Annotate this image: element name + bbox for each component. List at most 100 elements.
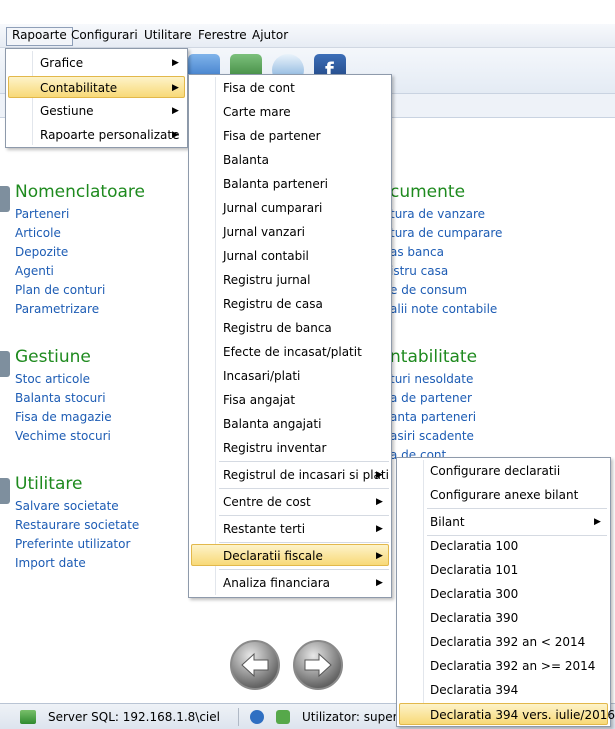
menu-item-label: Declaratia 100 <box>430 539 519 553</box>
link-vechime-stocuri[interactable]: Vechime stocuri <box>15 429 111 443</box>
submenu-arrow-icon: ▶ <box>172 130 179 140</box>
menu-item-gestiune[interactable]: Gestiune ▶ <box>8 100 185 122</box>
link-salvare-societate[interactable]: Salvare societate <box>15 499 119 513</box>
accessibility-icon[interactable] <box>250 710 264 724</box>
menu-item-declaratia-392-from-2014[interactable]: Declaratia 392 an >= 2014 <box>399 655 608 677</box>
menu-item-registru-jurnal[interactable]: Registru jurnal <box>191 269 389 291</box>
link-parametrizare[interactable]: Parametrizare <box>15 302 99 316</box>
menu-item-bilant[interactable]: Bilant ▶ <box>399 511 608 533</box>
menu-item-declaratia-390[interactable]: Declaratia 390 <box>399 607 608 629</box>
menu-item-carte-mare[interactable]: Carte mare <box>191 101 389 123</box>
arrow-right-icon <box>304 652 332 678</box>
link-preferinte-utilizator[interactable]: Preferinte utilizator <box>15 537 130 551</box>
submenu-arrow-icon: ▶ <box>594 517 601 527</box>
menu-item-declaratia-300[interactable]: Declaratia 300 <box>399 583 608 605</box>
link-incasari-scadente[interactable]: asiri scadente <box>390 429 474 443</box>
menu-item-centre-de-cost[interactable]: Centre de cost ▶ <box>191 491 389 513</box>
link-fisa-partener[interactable]: a de partener <box>390 391 472 405</box>
menu-item-jurnal-vanzari[interactable]: Jurnal vanzari <box>191 221 389 243</box>
link-agenti[interactable]: Agenti <box>15 264 54 278</box>
menu-item-registru-de-casa[interactable]: Registru de casa <box>191 293 389 315</box>
menu-item-jurnal-contabil[interactable]: Jurnal contabil <box>191 245 389 267</box>
link-detalii-note-contabile[interactable]: alii note contabile <box>390 302 497 316</box>
menu-item-fisa-de-cont[interactable]: Fisa de cont <box>191 77 389 99</box>
back-button[interactable] <box>230 640 280 690</box>
menu-item-incasari-plati[interactable]: Incasari/plati <box>191 365 389 387</box>
menu-item-fisa-angajat[interactable]: Fisa angajat <box>191 389 389 411</box>
menu-item-label: Declaratia 394 <box>430 683 519 697</box>
utilitare-icon <box>0 478 10 504</box>
menu-item-registru-inventar[interactable]: Registru inventar <box>191 437 389 459</box>
arrow-left-icon <box>241 652 269 678</box>
menu-item-configurare-anexe-bilant[interactable]: Configurare anexe bilant <box>399 484 608 506</box>
menu-item-grafice[interactable]: Grafice ▶ <box>8 52 185 74</box>
link-plan-de-conturi[interactable]: Plan de conturi <box>15 283 105 297</box>
menu-item-declaratia-392-before-2014[interactable]: Declaratia 392 an < 2014 <box>399 631 608 653</box>
menu-item-declaratia-394-iulie-2016[interactable]: Declaratia 394 vers. iulie/2016 <box>399 703 615 725</box>
link-stoc-articole[interactable]: Stoc articole <box>15 372 90 386</box>
menu-item-label: Declaratia 394 vers. iulie/2016 <box>430 708 615 722</box>
menu-item-contabilitate[interactable]: Contabilitate ▶ <box>8 76 185 98</box>
menu-item-label: Jurnal cumparari <box>223 201 323 215</box>
link-registru-casa[interactable]: istru casa <box>390 264 448 278</box>
submenu-arrow-icon: ▶ <box>172 106 179 116</box>
users-icon <box>276 710 290 724</box>
server-status: Server SQL: 192.168.1.8\ciel <box>48 710 220 724</box>
submenu-arrow-icon: ▶ <box>376 524 383 534</box>
menu-item-label: Declaratia 300 <box>430 587 519 601</box>
menu-item-declaratia-101[interactable]: Declaratia 101 <box>399 559 608 581</box>
menu-item-label: Contabilitate <box>40 81 118 95</box>
link-depozite[interactable]: Depozite <box>15 245 68 259</box>
menu-utilitare[interactable]: Utilitare <box>139 27 197 46</box>
menu-item-balanta[interactable]: Balanta <box>191 149 389 171</box>
link-parteneri[interactable]: Parteneri <box>15 207 69 221</box>
menu-rapoarte[interactable]: Rapoarte <box>6 27 73 46</box>
forward-button[interactable] <box>293 640 343 690</box>
menu-item-declaratii-fiscale[interactable]: Declaratii fiscale ▶ <box>191 544 389 566</box>
menu-divider <box>219 542 389 543</box>
menu-item-fisa-de-partener[interactable]: Fisa de partener <box>191 125 389 147</box>
link-factura-vanzare[interactable]: tura de vanzare <box>390 207 485 221</box>
link-restaurare-societate[interactable]: Restaurare societate <box>15 518 139 532</box>
link-articole[interactable]: Articole <box>15 226 61 240</box>
menu-item-balanta-angajati[interactable]: Balanta angajati <box>191 413 389 435</box>
menu-item-label: Declaratia 392 an >= 2014 <box>430 659 596 673</box>
section-nomenclatoare-title: Nomenclatoare <box>15 182 145 202</box>
submenu-arrow-icon: ▶ <box>376 551 383 561</box>
menu-configurari[interactable]: Configurari <box>66 27 143 46</box>
link-factura-cumparare[interactable]: tura de cumparare <box>390 226 502 240</box>
menu-item-label: Carte mare <box>223 105 291 119</box>
link-import-date[interactable]: Import date <box>15 556 86 570</box>
section-documente-title: cumente <box>390 182 466 202</box>
menu-ajutor[interactable]: Ajutor <box>247 27 293 46</box>
menu-item-label: Jurnal contabil <box>223 249 309 263</box>
menu-item-balanta-parteneri[interactable]: Balanta parteneri <box>191 173 389 195</box>
menu-item-label: Registrul de incasari si plati <box>223 468 389 482</box>
link-balanta-stocuri[interactable]: Balanta stocuri <box>15 391 106 405</box>
menu-item-registrul-de-incasari-si-plati[interactable]: Registrul de incasari si plati ▶ <box>191 464 389 486</box>
link-bon-consum[interactable]: e de consum <box>390 283 467 297</box>
link-facturi-nesoldate[interactable]: turi nesoldate <box>390 372 473 386</box>
link-balanta-parteneri[interactable]: anta parteneri <box>390 410 476 424</box>
menu-item-restante-terti[interactable]: Restante terti ▶ <box>191 518 389 540</box>
menu-item-label: Restante terti <box>223 522 306 536</box>
menu-item-label: Bilant <box>430 515 465 529</box>
link-plati-banca[interactable]: as banca <box>390 245 444 259</box>
menu-item-label: Configurare declaratii <box>430 464 561 478</box>
database-icon <box>20 710 36 724</box>
menu-divider <box>219 461 389 462</box>
menu-item-declaratia-394[interactable]: Declaratia 394 <box>399 679 608 701</box>
menu-divider <box>219 569 389 570</box>
menu-item-jurnal-cumparari[interactable]: Jurnal cumparari <box>191 197 389 219</box>
menu-item-rapoarte-personalizate[interactable]: Rapoarte personalizate ▶ <box>8 124 185 146</box>
menu-item-declaratia-100[interactable]: Declaratia 100 <box>399 535 608 557</box>
menu-item-label: Declaratii fiscale <box>223 549 323 563</box>
menu-item-configurare-declaratii[interactable]: Configurare declaratii <box>399 460 608 482</box>
link-fisa-de-magazie[interactable]: Fisa de magazie <box>15 410 112 424</box>
user-status: Utilizator: super <box>302 710 398 724</box>
menu-item-analiza-financiara[interactable]: Analiza financiara ▶ <box>191 572 389 594</box>
menu-ferestre[interactable]: Ferestre <box>193 27 252 46</box>
menu-item-registru-de-banca[interactable]: Registru de banca <box>191 317 389 339</box>
menu-item-label: Registru jurnal <box>223 273 311 287</box>
menu-item-efecte-de-incasat-platit[interactable]: Efecte de incasat/platit <box>191 341 389 363</box>
